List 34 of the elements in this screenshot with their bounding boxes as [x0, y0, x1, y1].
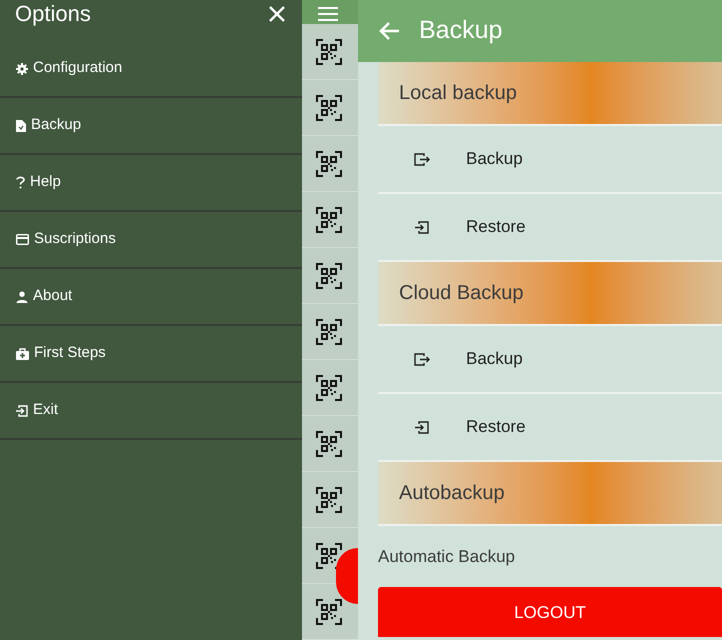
drawer-title: Options: [15, 0, 91, 28]
gear-icon: [16, 62, 28, 74]
export-icon: [414, 352, 430, 366]
section-header: Cloud Backup: [378, 262, 722, 326]
backup-option-row[interactable]: Backup: [378, 326, 722, 394]
qr-code-icon[interactable]: [316, 150, 342, 176]
section-header: Autobackup: [378, 462, 722, 526]
menu-icon[interactable]: [318, 6, 338, 22]
logout-button[interactable]: LOGOUT: [378, 586, 722, 636]
automatic-backup-label: Automatic Backup: [377, 546, 516, 568]
qr-code-icon[interactable]: [316, 374, 342, 400]
document-icon: [16, 120, 26, 132]
section-header: Local backup: [378, 62, 722, 126]
exit-icon: [16, 404, 28, 416]
card-icon: [16, 234, 29, 245]
screen-title: Backup: [419, 15, 502, 46]
qr-code-icon[interactable]: [316, 38, 342, 64]
back-arrow-icon[interactable]: [378, 21, 400, 41]
qr-code-icon[interactable]: [316, 262, 342, 288]
close-icon[interactable]: [268, 5, 286, 23]
qr-code-icon[interactable]: [316, 542, 342, 568]
medical-kit-icon: [16, 348, 29, 360]
help-icon: [16, 176, 25, 189]
import-icon: [415, 420, 429, 434]
qr-code-icon[interactable]: [316, 318, 342, 344]
backup-option-row[interactable]: Backup: [378, 126, 722, 194]
qr-code-icon[interactable]: [316, 430, 342, 456]
export-icon: [414, 152, 430, 166]
qr-code-icon[interactable]: [316, 206, 342, 232]
person-icon: [16, 290, 28, 302]
import-icon: [415, 220, 429, 234]
qr-code-icon[interactable]: [316, 94, 342, 120]
qr-code-icon[interactable]: [316, 486, 342, 512]
qr-code-icon[interactable]: [316, 598, 342, 624]
